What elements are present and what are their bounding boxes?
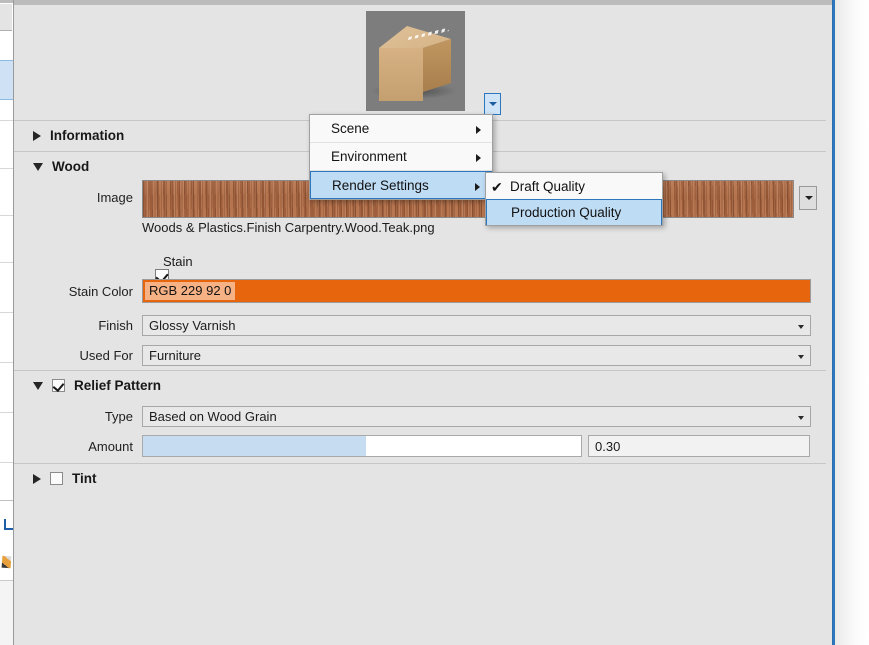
chevron-right-icon (476, 154, 481, 162)
section-header-tint[interactable]: Tint (14, 463, 826, 493)
ruler-icon (4, 519, 13, 530)
background-divider (0, 262, 13, 263)
finish-value: Glossy Varnish (149, 317, 236, 333)
chevron-right-icon (33, 130, 41, 141)
row-used-for: Used For Furniture (14, 340, 826, 370)
menu-item-render-settings[interactable]: Render Settings (310, 171, 492, 199)
menu-item-label: Environment (331, 149, 407, 164)
chevron-down-icon (33, 162, 43, 171)
material-preview-thumbnail[interactable] (366, 11, 465, 111)
stain-checkbox-label: Stain (163, 253, 193, 269)
relief-amount-value: 0.30 (595, 438, 621, 454)
menu-item-label: Render Settings (332, 177, 429, 193)
menu-item-production-quality[interactable]: Production Quality (486, 199, 662, 225)
stain-color-swatch[interactable]: RGB 229 92 0 (142, 279, 811, 303)
chevron-down-icon (798, 354, 804, 359)
wood-image-dropdown-button[interactable] (799, 186, 817, 210)
menu-item-label: Scene (331, 121, 370, 136)
label-finish: Finish (98, 317, 133, 333)
label-stain-color: Stain Color (68, 283, 133, 299)
window-outer-shadow (835, 0, 869, 645)
background-divider (0, 168, 13, 169)
menu-item-label: Draft Quality (510, 178, 586, 194)
background-divider (0, 215, 13, 216)
chevron-right-icon (33, 473, 41, 484)
preview-box-object (379, 26, 451, 101)
preview-region (14, 5, 826, 117)
chevron-down-icon (489, 102, 497, 106)
relief-amount-slider-fill (143, 436, 367, 456)
wood-image-path-text: Woods & Plastics.Finish Carpentry.Wood.T… (142, 220, 435, 235)
section-label-tint: Tint (72, 471, 97, 486)
section-label-relief-pattern: Relief Pattern (74, 378, 162, 393)
relief-amount-input[interactable]: 0.30 (588, 435, 810, 457)
relief-type-combobox[interactable]: Based on Wood Grain (142, 405, 811, 427)
stain-color-value: RGB 229 92 0 (145, 282, 236, 300)
chevron-down-icon (798, 415, 804, 420)
chevron-right-icon (475, 183, 480, 191)
chevron-right-icon (476, 126, 481, 134)
row-stain-color: Stain Color RGB 229 92 0 (14, 276, 826, 306)
label-relief-type: Type (104, 408, 133, 424)
menu-item-draft-quality[interactable]: ✔ Draft Quality (486, 173, 662, 199)
box-side-face (423, 39, 451, 92)
background-divider (0, 362, 13, 363)
chevron-down-icon (805, 196, 813, 200)
row-stain-checkbox: Stain (14, 246, 826, 283)
label-used-for: Used For (79, 347, 133, 363)
background-divider (0, 120, 13, 121)
label-image: Image (96, 190, 133, 205)
asset-editor-panel: Information Wood Image Woods & Plastics.… (14, 0, 833, 645)
finish-combobox[interactable]: Glossy Varnish (142, 314, 811, 336)
menu-item-scene[interactable]: Scene (310, 115, 492, 143)
row-relief-amount: Amount 0.30 (14, 431, 826, 461)
background-divider (0, 412, 13, 413)
row-finish: Finish Glossy Varnish (14, 310, 826, 340)
box-front-face (379, 48, 423, 101)
render-settings-submenu: ✔ Draft Quality Production Quality (485, 172, 663, 226)
background-divider (0, 462, 13, 463)
row-relief-type: Type Based on Wood Grain (14, 401, 826, 431)
background-divider (0, 312, 13, 313)
background-selected-row (0, 60, 13, 100)
background-toolbar-fragment (0, 4, 12, 31)
background-window-sliver (0, 0, 14, 645)
chevron-down-icon (33, 381, 43, 390)
menu-item-label: Production Quality (511, 205, 622, 220)
background-status-panel (0, 580, 13, 645)
used-for-value: Furniture (149, 347, 202, 363)
section-label-wood: Wood (52, 159, 90, 174)
relief-amount-slider[interactable] (142, 435, 582, 457)
menu-item-environment[interactable]: Environment (310, 143, 492, 171)
preview-options-dropdown-button[interactable] (484, 93, 501, 115)
tint-checkbox[interactable] (50, 472, 63, 485)
preview-context-menu: Scene Environment Render Settings (309, 114, 493, 200)
chevron-down-icon (798, 324, 804, 329)
used-for-combobox[interactable]: Furniture (142, 344, 811, 366)
pencil-icon (1, 555, 12, 569)
relief-type-value: Based on Wood Grain (149, 408, 277, 424)
relief-pattern-checkbox[interactable] (52, 379, 65, 392)
label-relief-amount: Amount (88, 438, 133, 454)
background-titlebar (0, 0, 13, 3)
section-label-information: Information (50, 128, 125, 143)
section-header-relief-pattern[interactable]: Relief Pattern (14, 370, 826, 400)
check-icon: ✔ (491, 179, 503, 195)
